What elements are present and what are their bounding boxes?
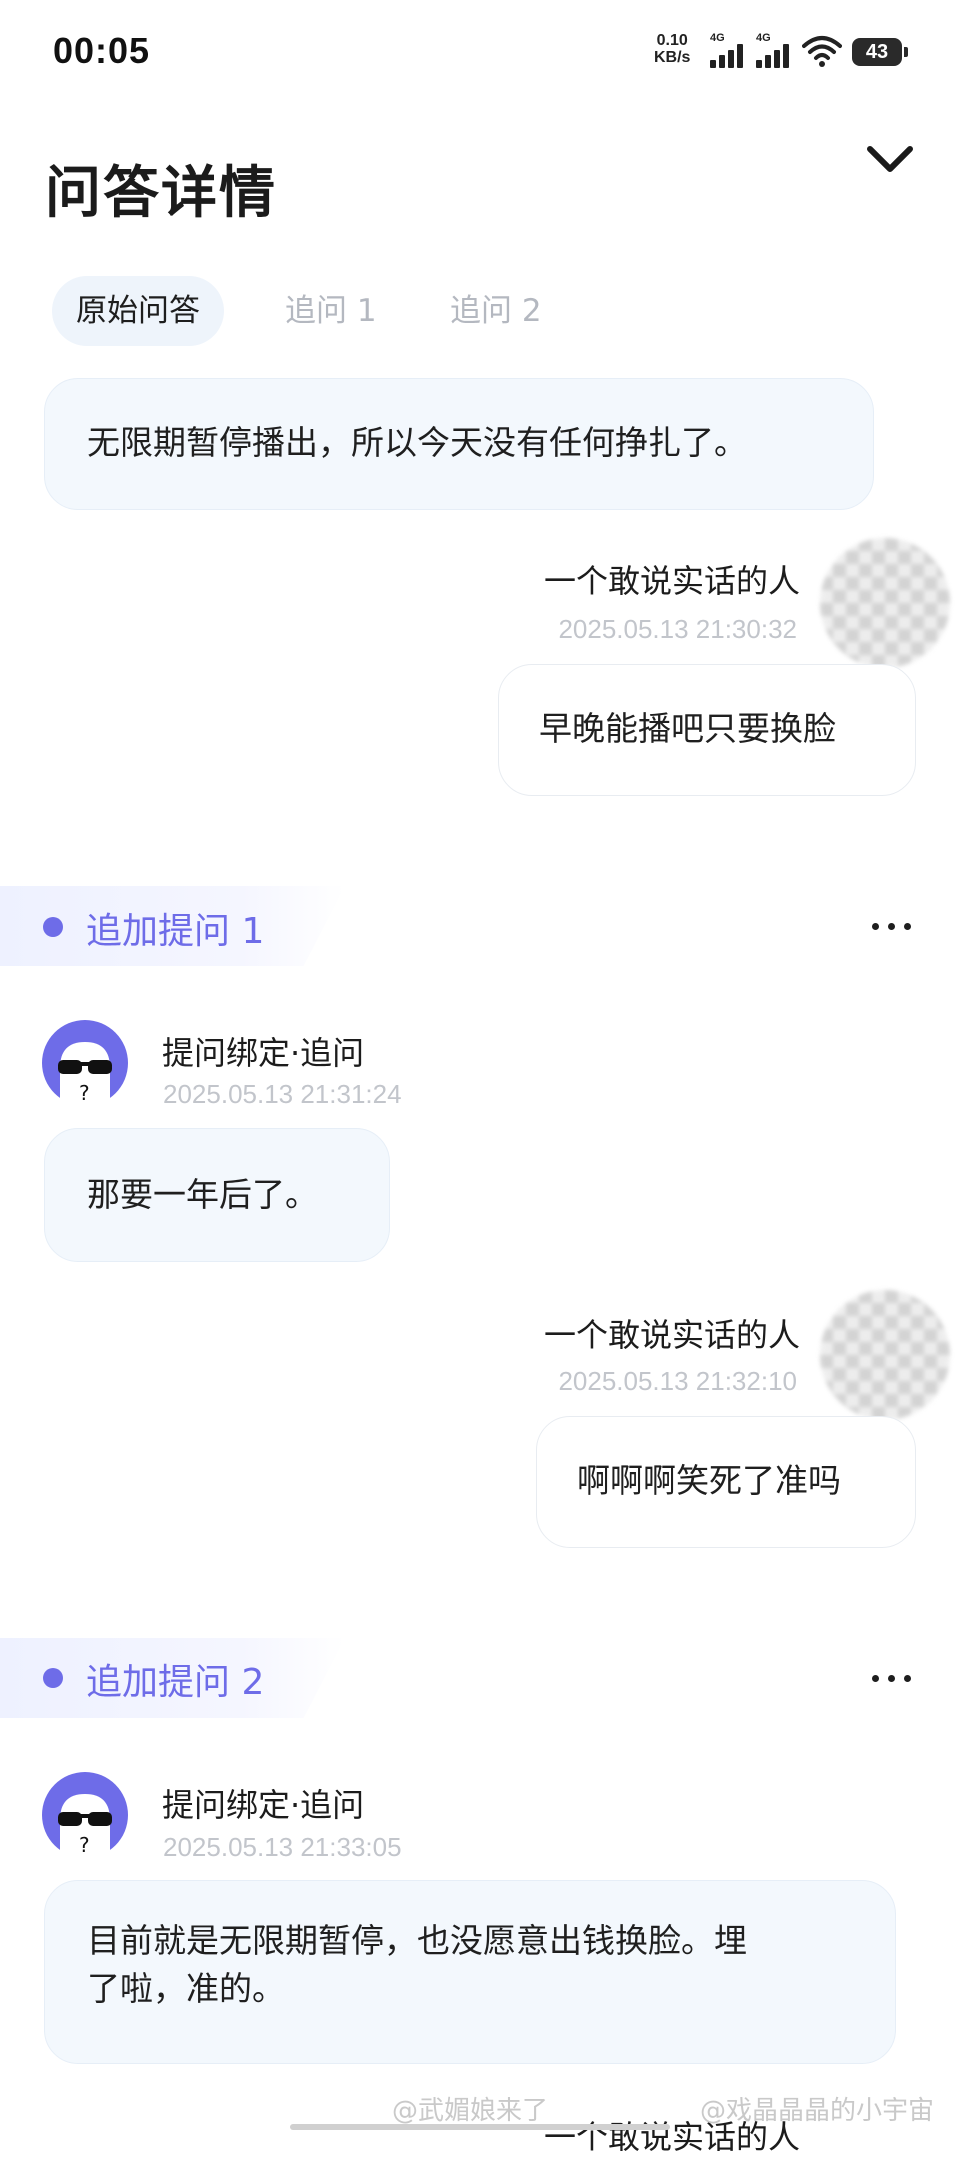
section-dot-icon <box>43 1668 63 1688</box>
bot-message-line: 目前就是无限期暂停，也没愿意出钱换脸。埋 <box>87 1921 747 1960</box>
battery-icon: 43 <box>852 38 908 66</box>
bot-message-bubble: 那要一年后了。 <box>44 1128 390 1262</box>
watermark: @戏晶晶晶的小宇宙 <box>700 2096 935 2126</box>
bot-message-bubble: 无限期暂停播出，所以今天没有任何挣扎了。 <box>44 378 874 510</box>
message-timestamp: 2025.05.13 21:30:32 <box>558 614 797 644</box>
bot-message-text: 无限期暂停播出，所以今天没有任何挣扎了。 <box>87 423 747 462</box>
message-timestamp: 2025.05.13 21:31:24 <box>163 1079 402 1109</box>
user-avatar[interactable] <box>820 1290 950 1420</box>
user-name: 一个敢说实话的人 <box>543 1316 800 1354</box>
signal-label-2: 4G <box>756 32 771 44</box>
bot-name: 提问绑定·追问 <box>162 1786 365 1824</box>
status-bar: 00:05 0.10 KB/s 4G 4G 43 <box>0 0 960 100</box>
bot-avatar: ? <box>42 1020 128 1106</box>
user-message-text: 早晚能播吧只要换脸 <box>539 709 836 748</box>
tab-original[interactable]: 原始问答 <box>52 276 224 346</box>
tab-followup-1[interactable]: 追问 1 <box>285 276 377 346</box>
user-message-bubble: 早晚能播吧只要换脸 <box>498 664 916 796</box>
watermark: @武媚娘来了 <box>392 2096 549 2126</box>
section-dot-icon <box>43 917 63 937</box>
svg-text:?: ? <box>79 1081 90 1105</box>
svg-text:?: ? <box>79 1833 90 1857</box>
bot-name: 提问绑定·追问 <box>162 1034 365 1072</box>
page-title: 问答详情 <box>45 161 277 226</box>
wifi-icon <box>802 36 842 67</box>
message-timestamp: 2025.05.13 21:32:10 <box>558 1366 797 1396</box>
message-timestamp: 2025.05.13 21:33:05 <box>163 1832 402 1862</box>
bot-message-text: 那要一年后了。 <box>87 1175 318 1214</box>
bot-message-line: 了啦，准的。 <box>87 1969 285 2008</box>
section-title: 追加提问 1 <box>86 911 265 952</box>
more-options-icon[interactable] <box>870 1668 914 1688</box>
user-message-text: 啊啊啊笑死了准吗 <box>577 1461 841 1500</box>
bot-message-bubble: 目前就是无限期暂停，也没愿意出钱换脸。埋 了啦，准的。 <box>44 1880 896 2064</box>
user-avatar[interactable] <box>820 538 950 668</box>
user-message-bubble: 啊啊啊笑死了准吗 <box>536 1416 916 1548</box>
more-options-icon[interactable] <box>870 916 914 936</box>
bot-avatar: ? <box>42 1772 128 1858</box>
network-speed: 0.10 KB/s <box>654 32 690 66</box>
tab-followup-2[interactable]: 追问 2 <box>450 276 542 346</box>
section-title: 追加提问 2 <box>86 1662 265 1703</box>
user-name: 一个敢说实话的人 <box>543 562 800 600</box>
network-speed-value: 0.10 <box>656 32 688 49</box>
signal-label: 4G <box>710 32 725 44</box>
network-speed-unit: KB/s <box>654 49 691 66</box>
status-time: 00:05 <box>53 30 151 71</box>
cell-signal-icon-2: 4G <box>756 32 796 68</box>
home-indicator[interactable] <box>290 2124 670 2130</box>
cell-signal-icon: 4G <box>710 32 750 68</box>
chevron-down-icon[interactable] <box>862 135 918 185</box>
